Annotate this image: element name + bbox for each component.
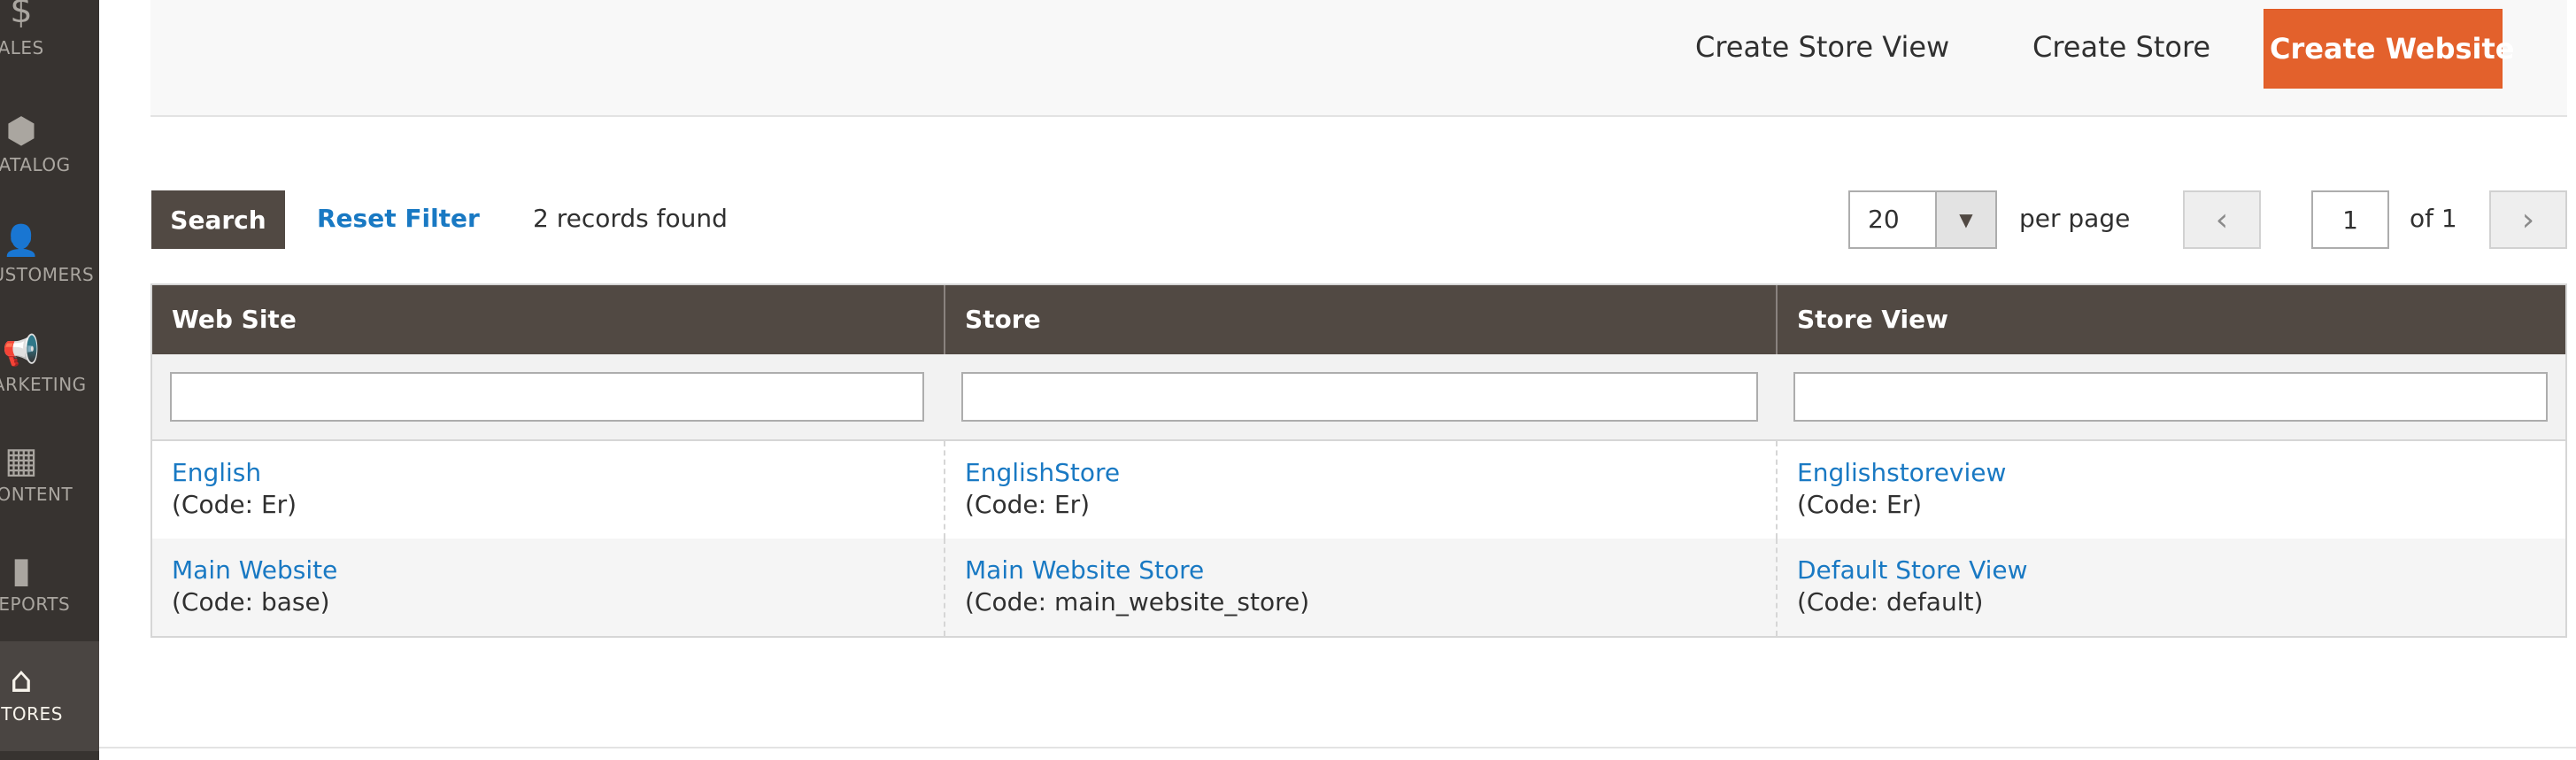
store-cell: EnglishStore (Code: Er) [944, 441, 1776, 539]
column-header-website[interactable]: Web Site [152, 285, 944, 354]
store-icon: ⌂ [10, 660, 33, 701]
reset-filter-link[interactable]: Reset Filter [317, 204, 480, 233]
store-code: (Code: Er) [965, 490, 1091, 519]
sidebar-item-label: CUSTOMERS [0, 264, 95, 285]
store-view-cell: Englishstoreview (Code: Er) [1776, 441, 2565, 539]
records-count: 2 records found [533, 204, 728, 233]
website-code: (Code: base) [172, 587, 330, 617]
sidebar-item-label: SALES [0, 37, 44, 58]
website-link[interactable]: Main Website [172, 554, 944, 586]
page-total: of 1 [2410, 204, 2457, 233]
per-page-select[interactable]: 20 ▼ [1848, 190, 1997, 249]
next-page-button[interactable]: › [2489, 190, 2567, 249]
store-view-filter-input[interactable] [1793, 372, 2548, 422]
store-code: (Code: main_website_store) [965, 587, 1310, 617]
sidebar-item-customers[interactable]: 👤 CUSTOMERS [0, 202, 99, 312]
chevron-left-icon: ‹ [2215, 201, 2229, 238]
sidebar-item-reports[interactable]: ▮ REPORTS [0, 531, 99, 641]
create-store-button[interactable]: Create Store [2032, 21, 2210, 73]
store-link[interactable]: Main Website Store [965, 554, 1776, 586]
sidebar-item-label: STORES [0, 703, 63, 725]
store-view-cell: Default Store View (Code: default) [1776, 539, 2565, 636]
sidebar-item-label: REPORTS [0, 593, 71, 615]
sidebar-item-content[interactable]: ▦ CONTENT [0, 422, 99, 531]
page-actions-bar: Create Store View Create Store [150, 0, 2567, 117]
store-link[interactable]: EnglishStore [965, 457, 1776, 489]
website-filter-input[interactable] [170, 372, 924, 422]
sidebar-item-label: CONTENT [0, 484, 73, 505]
box-icon: ⬢ [5, 111, 37, 151]
admin-sidebar: $ SALES ⬢ CATALOG 👤 CUSTOMERS 📢 MARKETIN… [0, 0, 99, 760]
store-view-link[interactable]: Default Store View [1797, 554, 2565, 586]
dollar-icon: $ [10, 0, 33, 31]
grid-header: Web Site Store Store View [152, 285, 2565, 354]
column-header-store[interactable]: Store [944, 285, 1776, 354]
create-website-button[interactable]: Create Website [2264, 9, 2514, 89]
website-cell: Main Website (Code: base) [152, 539, 944, 636]
megaphone-icon: 📢 [2, 333, 41, 368]
store-cell: Main Website Store (Code: main_website_s… [944, 539, 1776, 636]
sidebar-item-marketing[interactable]: 📢 MARKETING [0, 312, 99, 422]
store-view-code: (Code: default) [1797, 587, 1984, 617]
store-view-link[interactable]: Englishstoreview [1797, 457, 2565, 489]
per-page-value: 20 [1868, 205, 1900, 234]
column-header-store-view[interactable]: Store View [1776, 285, 2565, 354]
website-cell: English (Code: Er) [152, 441, 944, 539]
per-page-label: per page [2019, 204, 2131, 233]
previous-page-button[interactable]: ‹ [2183, 190, 2261, 249]
store-view-code: (Code: Er) [1797, 490, 1923, 519]
create-store-view-button[interactable]: Create Store View [1695, 21, 1949, 73]
person-icon: 👤 [2, 223, 41, 259]
sidebar-item-stores[interactable]: ⌂ STORES [0, 641, 99, 751]
sidebar-item-label: CATALOG [0, 154, 71, 175]
table-row: English (Code: Er) EnglishStore (Code: E… [152, 441, 2565, 539]
sidebar-item-label: MARKETING [0, 374, 87, 395]
chevron-right-icon: › [2521, 201, 2535, 238]
table-row: Main Website (Code: base) Main Website S… [152, 539, 2565, 636]
page-number-input[interactable] [2311, 190, 2389, 249]
store-filter-input[interactable] [961, 372, 1758, 422]
website-link[interactable]: English [172, 457, 944, 489]
bar-chart-icon: ▮ [11, 550, 31, 591]
search-button[interactable]: Search [151, 190, 285, 249]
sidebar-item-catalog[interactable]: ⬢ CATALOG [0, 92, 99, 202]
footer-divider [99, 747, 2576, 748]
grid-filters [152, 354, 2565, 441]
layout-icon: ▦ [4, 440, 38, 481]
chevron-down-icon[interactable]: ▼ [1935, 192, 1995, 247]
stores-grid: Web Site Store Store View English (Code:… [150, 283, 2567, 638]
website-code: (Code: Er) [172, 490, 297, 519]
